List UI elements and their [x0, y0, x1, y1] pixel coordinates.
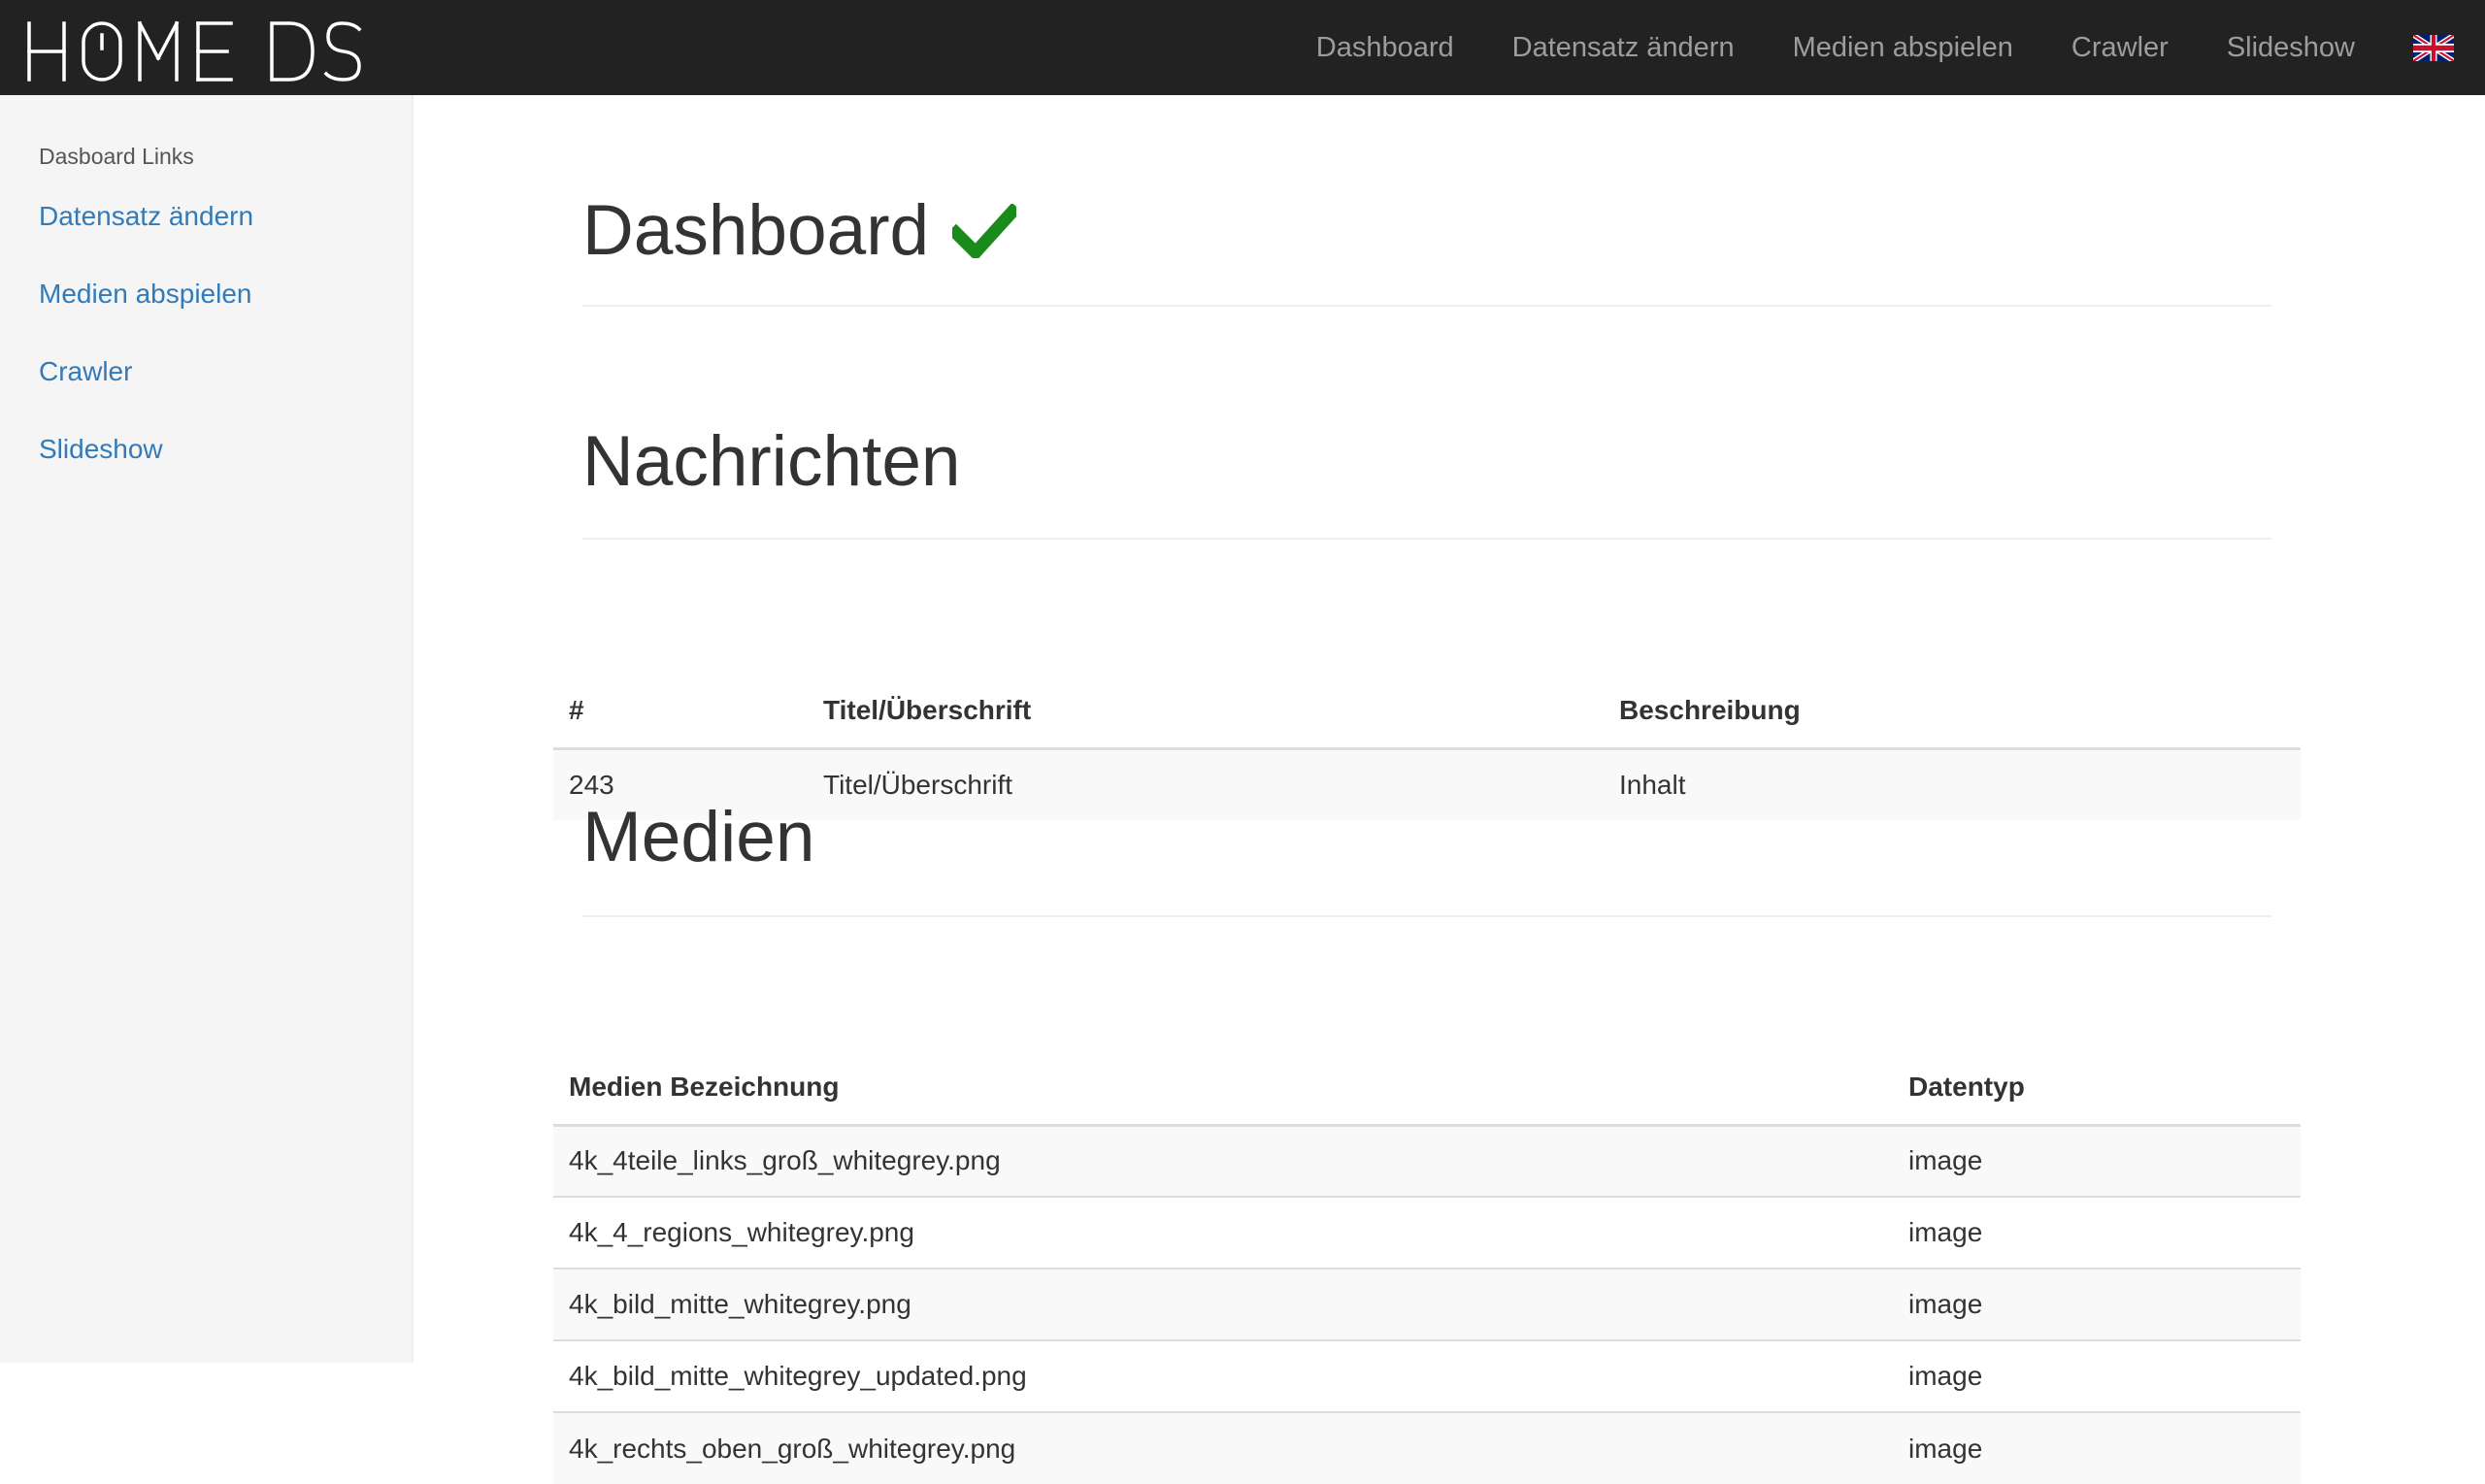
cell-media-name: 4k_rechts_oben_groß_whitegrey.png — [553, 1411, 1893, 1484]
column-header-id[interactable]: # — [553, 675, 808, 750]
section-title-nachrichten: Nachrichten — [582, 422, 961, 501]
sidebar-item-datensatz-aendern: Datensatz ändern — [0, 192, 412, 270]
sidebar-list: Datensatz ändern Medien abspielen Crawle… — [0, 192, 412, 503]
sidebar-item-medien-abspielen: Medien abspielen — [0, 270, 412, 347]
sidebar-link-datensatz-aendern[interactable]: Datensatz ändern — [39, 201, 253, 231]
table-header-row: Medien Bezeichnung Datentyp — [553, 1051, 2301, 1127]
checkmark-icon — [952, 204, 1017, 259]
sidebar-item-slideshow: Slideshow — [0, 425, 412, 503]
top-navbar: Dashboard Datensatz ändern Medien abspie… — [0, 0, 2485, 95]
sidebar: Dasboard Links Datensatz ändern Medien a… — [0, 95, 414, 1363]
brand-logo[interactable] — [25, 19, 363, 83]
cell-media-name: 4k_bild_mitte_whitegrey.png — [553, 1268, 1893, 1340]
page-title-text: Dashboard — [582, 191, 930, 270]
column-header-description[interactable]: Beschreibung — [1604, 675, 2301, 750]
table-header-row: # Titel/Überschrift Beschreibung — [553, 675, 2301, 750]
cell-datatype: image — [1893, 1411, 2301, 1484]
sidebar-item-crawler: Crawler — [0, 347, 412, 425]
table-row[interactable]: 4k_bild_mitte_whitegrey.png image — [553, 1268, 2301, 1340]
medien-header: Medien — [582, 798, 2271, 917]
sidebar-heading: Dasboard Links — [39, 144, 194, 169]
cell-datatype: image — [1893, 1196, 2301, 1269]
navbar-menu: Dashboard Datensatz ändern Medien abspie… — [1287, 0, 2485, 95]
cell-media-name: 4k_bild_mitte_whitegrey_updated.png — [553, 1339, 1893, 1412]
sidebar-link-medien-abspielen[interactable]: Medien abspielen — [39, 279, 252, 309]
cell-media-name: 4k_4_regions_whitegrey.png — [553, 1196, 1893, 1269]
table-row[interactable]: 4k_bild_mitte_whitegrey_updated.png imag… — [553, 1339, 2301, 1412]
column-header-title[interactable]: Titel/Überschrift — [808, 675, 1604, 750]
sidebar-link-crawler[interactable]: Crawler — [39, 356, 132, 386]
table-row[interactable]: 4k_4teile_links_groß_whitegrey.png image — [553, 1125, 2301, 1197]
cell-datatype: image — [1893, 1339, 2301, 1412]
nav-item-crawler[interactable]: Crawler — [2042, 0, 2198, 95]
cell-media-name: 4k_4teile_links_groß_whitegrey.png — [553, 1125, 1893, 1197]
medien-table: Medien Bezeichnung Datentyp 4k_4teile_li… — [553, 1051, 2301, 1484]
uk-flag-icon[interactable] — [2413, 34, 2454, 61]
nav-item-medien-abspielen[interactable]: Medien abspielen — [1764, 0, 2042, 95]
cell-datatype: image — [1893, 1125, 2301, 1197]
cell-datatype: image — [1893, 1268, 2301, 1340]
table-row[interactable]: 4k_rechts_oben_groß_whitegrey.png image — [553, 1411, 2301, 1484]
table-row[interactable]: 4k_4_regions_whitegrey.png image — [553, 1196, 2301, 1269]
nav-item-slideshow[interactable]: Slideshow — [2198, 0, 2384, 95]
column-header-media-name[interactable]: Medien Bezeichnung — [553, 1051, 1893, 1127]
nav-item-datensatz-aendern[interactable]: Datensatz ändern — [1483, 0, 1764, 95]
column-header-datatype[interactable]: Datentyp — [1893, 1051, 2301, 1127]
dashboard-header: Dashboard — [582, 191, 2271, 307]
page-title: Dashboard — [582, 191, 2271, 270]
nachrichten-header: Nachrichten — [582, 422, 2271, 540]
nav-item-dashboard[interactable]: Dashboard — [1287, 0, 1483, 95]
sidebar-link-slideshow[interactable]: Slideshow — [39, 434, 163, 464]
main-content: Dashboard Nachrichten # Titel/Überschrif… — [415, 95, 2485, 1484]
section-title-medien: Medien — [582, 798, 815, 876]
